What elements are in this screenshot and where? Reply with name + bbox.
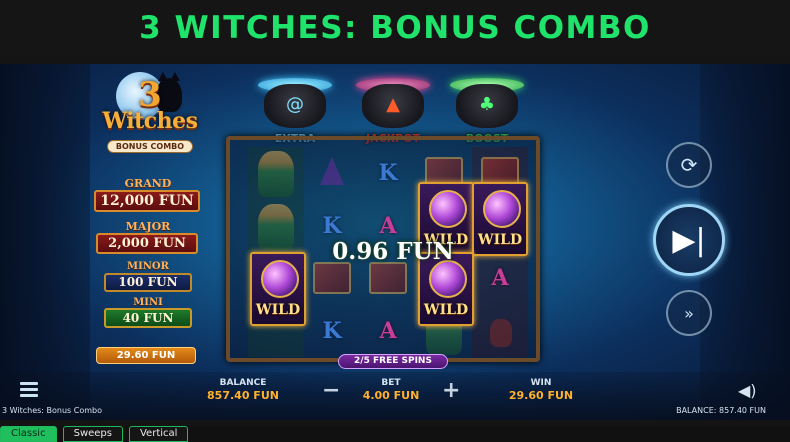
wild-label: WILD [477, 232, 523, 248]
page-header: 3 WITCHES: BONUS COMBO [0, 0, 790, 56]
balance-label: BALANCE [219, 378, 267, 388]
tab-vertical[interactable]: Vertical [128, 426, 189, 442]
cauldron-boost: ♣ [450, 72, 524, 128]
jackpot-minor-label: MINOR [127, 261, 169, 272]
logo-subtitle: BONUS COMBO [106, 140, 194, 153]
skip-icon: ▶| [672, 222, 706, 258]
bet-value: 4.00 FUN [362, 389, 420, 402]
page: 3 WITCHES: BONUS COMBO 3 Witches BONUS C… [0, 0, 790, 442]
swirl-icon: @ [286, 94, 304, 115]
autoplay-button[interactable]: ⟳ [666, 142, 712, 188]
cauldron-extra: @ [258, 72, 332, 128]
speaker-icon: ◀) [738, 381, 757, 400]
turbo-button[interactable]: » [666, 290, 712, 336]
layout-tabs: Classic Sweeps Vertical [0, 426, 790, 442]
symbol-potion-icon [472, 305, 528, 358]
win-value: 29.60 FUN [508, 389, 574, 402]
free-spins-counter: 2/5 FREE SPINS [338, 354, 448, 369]
crystal-ball-icon [261, 260, 299, 298]
logo-number: 3 [138, 75, 162, 115]
fast-forward-icon: » [684, 303, 694, 323]
symbol-k: K [322, 317, 342, 344]
hamburger-icon-line [20, 382, 38, 385]
hamburger-icon-line [20, 394, 38, 397]
tab-sweeps[interactable]: Sweeps [62, 426, 123, 442]
spin-button[interactable]: ▶| [653, 204, 725, 276]
symbol-a: A [379, 317, 397, 344]
crystal-ball-icon [429, 260, 467, 298]
clover-icon: ♣ [478, 94, 496, 115]
game-logo: 3 Witches BONUS COMBO [80, 78, 220, 154]
wild-label: WILD [423, 302, 469, 318]
jackpot-major-label: MAJOR [125, 220, 171, 233]
crystal-ball-icon [483, 190, 521, 228]
wild-symbol: WILD [250, 252, 306, 326]
logo-title: Witches [102, 108, 198, 134]
game-name-label: 3 Witches: Bonus Combo [2, 406, 103, 415]
cauldron-jackpot: ▲ [356, 72, 430, 128]
balance-value: 857.40 FUN [207, 389, 279, 402]
sound-button[interactable]: ◀) [738, 381, 760, 400]
symbol-k: K [378, 160, 398, 187]
jackpot-mini-label: MINI [133, 297, 163, 308]
jackpot-mini-value: 40 FUN [104, 308, 192, 328]
win-label: WIN [530, 378, 552, 388]
symbol-a: A [491, 265, 509, 292]
forest-left-decoration [0, 64, 90, 420]
symbol-witch-icon [248, 200, 304, 253]
bet-label: BET [381, 378, 401, 388]
symbol-witch-icon [248, 147, 304, 200]
tab-classic[interactable]: Classic [0, 426, 57, 442]
total-win-chip: 29.60 FUN [96, 347, 196, 364]
jackpot-grand-label: GRAND [124, 177, 172, 190]
line-win-amount: 0.96 FUN [332, 238, 454, 265]
jackpot-minor-value: 100 FUN [104, 273, 192, 292]
fire-icon: ▲ [386, 94, 400, 115]
page-title: 3 WITCHES: BONUS COMBO [139, 10, 651, 46]
wild-symbol: WILD [472, 182, 528, 256]
autoplay-icon: ⟳ [680, 153, 698, 177]
bet-decrease-button[interactable]: − [322, 380, 340, 402]
balance-footer: BALANCE: 857.40 FUN [676, 406, 766, 415]
hamburger-icon-line [20, 388, 38, 391]
game-canvas[interactable]: 3 Witches BONUS COMBO GRAND 12,000 FUN M… [0, 64, 790, 420]
symbol-hat-icon [304, 147, 360, 200]
bet-increase-button[interactable]: + [442, 380, 460, 402]
crystal-ball-icon [429, 190, 467, 228]
menu-button[interactable] [20, 382, 38, 398]
jackpot-major-value: 2,000 FUN [96, 233, 198, 254]
wild-label: WILD [255, 302, 301, 318]
jackpot-grand-value: 12,000 FUN [94, 190, 200, 212]
